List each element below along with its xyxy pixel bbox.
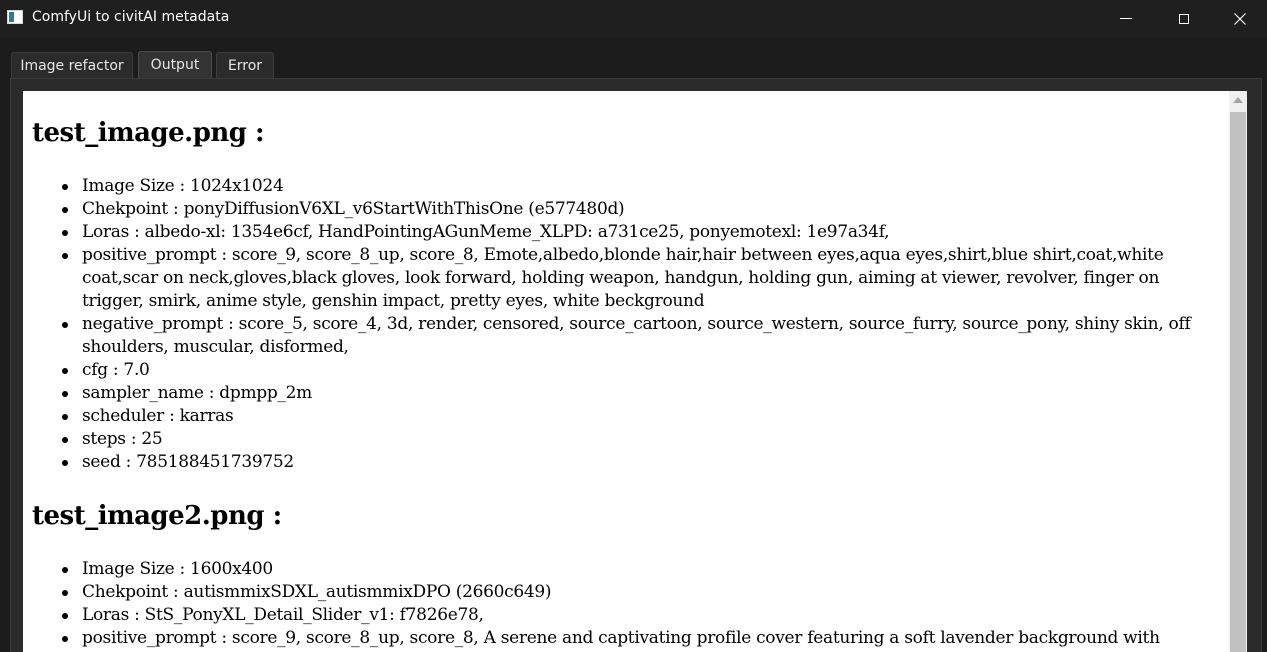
app-window: ComfyUi to civitAI metadata Image refact…: [0, 0, 1267, 652]
maximize-icon: [1179, 13, 1189, 24]
tab-error[interactable]: Error: [216, 52, 274, 79]
scrollbar-thumb[interactable]: [1230, 112, 1246, 652]
output-view[interactable]: test_image.png : Image Size : 1024x1024 …: [23, 91, 1229, 652]
title-bar[interactable]: ComfyUi to civitAI metadata: [0, 0, 1267, 37]
list-item: Chekpoint : autismmixSDXL_autismmixDPO (…: [32, 581, 1192, 604]
list-item: positive_prompt : score_9, score_8_up, s…: [32, 627, 1192, 652]
image-heading: test_image2.png :: [32, 501, 282, 531]
window-title: ComfyUi to civitAI metadata: [32, 9, 230, 25]
list-item: scheduler : karras: [32, 405, 1192, 428]
metadata-list: Image Size : 1024x1024 Chekpoint : ponyD…: [32, 175, 1192, 474]
close-icon: [1234, 12, 1246, 25]
metadata-list: Image Size : 1600x400 Chekpoint : autism…: [32, 558, 1192, 652]
app-window-icon: [7, 10, 23, 24]
list-item: Loras : StS_PonyXL_Detail_Slider_v1: f78…: [32, 604, 1192, 627]
close-button[interactable]: [1213, 0, 1267, 37]
maximize-button[interactable]: [1155, 0, 1213, 37]
list-item: steps : 25: [32, 428, 1192, 451]
list-item: seed : 785188451739752: [32, 451, 1192, 474]
list-item: Image Size : 1600x400: [32, 558, 1192, 581]
list-item: positive_prompt : score_9, score_8_up, s…: [32, 244, 1192, 313]
tab-image-refactor[interactable]: Image refactor: [11, 52, 133, 79]
tab-output[interactable]: Output: [138, 51, 212, 79]
list-item: Loras : albedo-xl: 1354e6cf, HandPointin…: [32, 221, 1192, 244]
list-item: sampler_name : dpmpp_2m: [32, 382, 1192, 405]
list-item: cfg : 7.0: [32, 359, 1192, 382]
list-item: Image Size : 1024x1024: [32, 175, 1192, 198]
vertical-scrollbar[interactable]: [1229, 91, 1247, 652]
minimize-icon: [1120, 18, 1132, 19]
minimize-button[interactable]: [1097, 0, 1155, 37]
image-heading: test_image.png :: [32, 118, 265, 148]
list-item: Chekpoint : ponyDiffusionV6XL_v6StartWit…: [32, 198, 1192, 221]
tab-bar: Image refactor Output Error: [0, 37, 1267, 79]
scroll-up-arrow-icon[interactable]: [1233, 97, 1243, 103]
list-item: negative_prompt : score_5, score_4, 3d, …: [32, 313, 1192, 359]
